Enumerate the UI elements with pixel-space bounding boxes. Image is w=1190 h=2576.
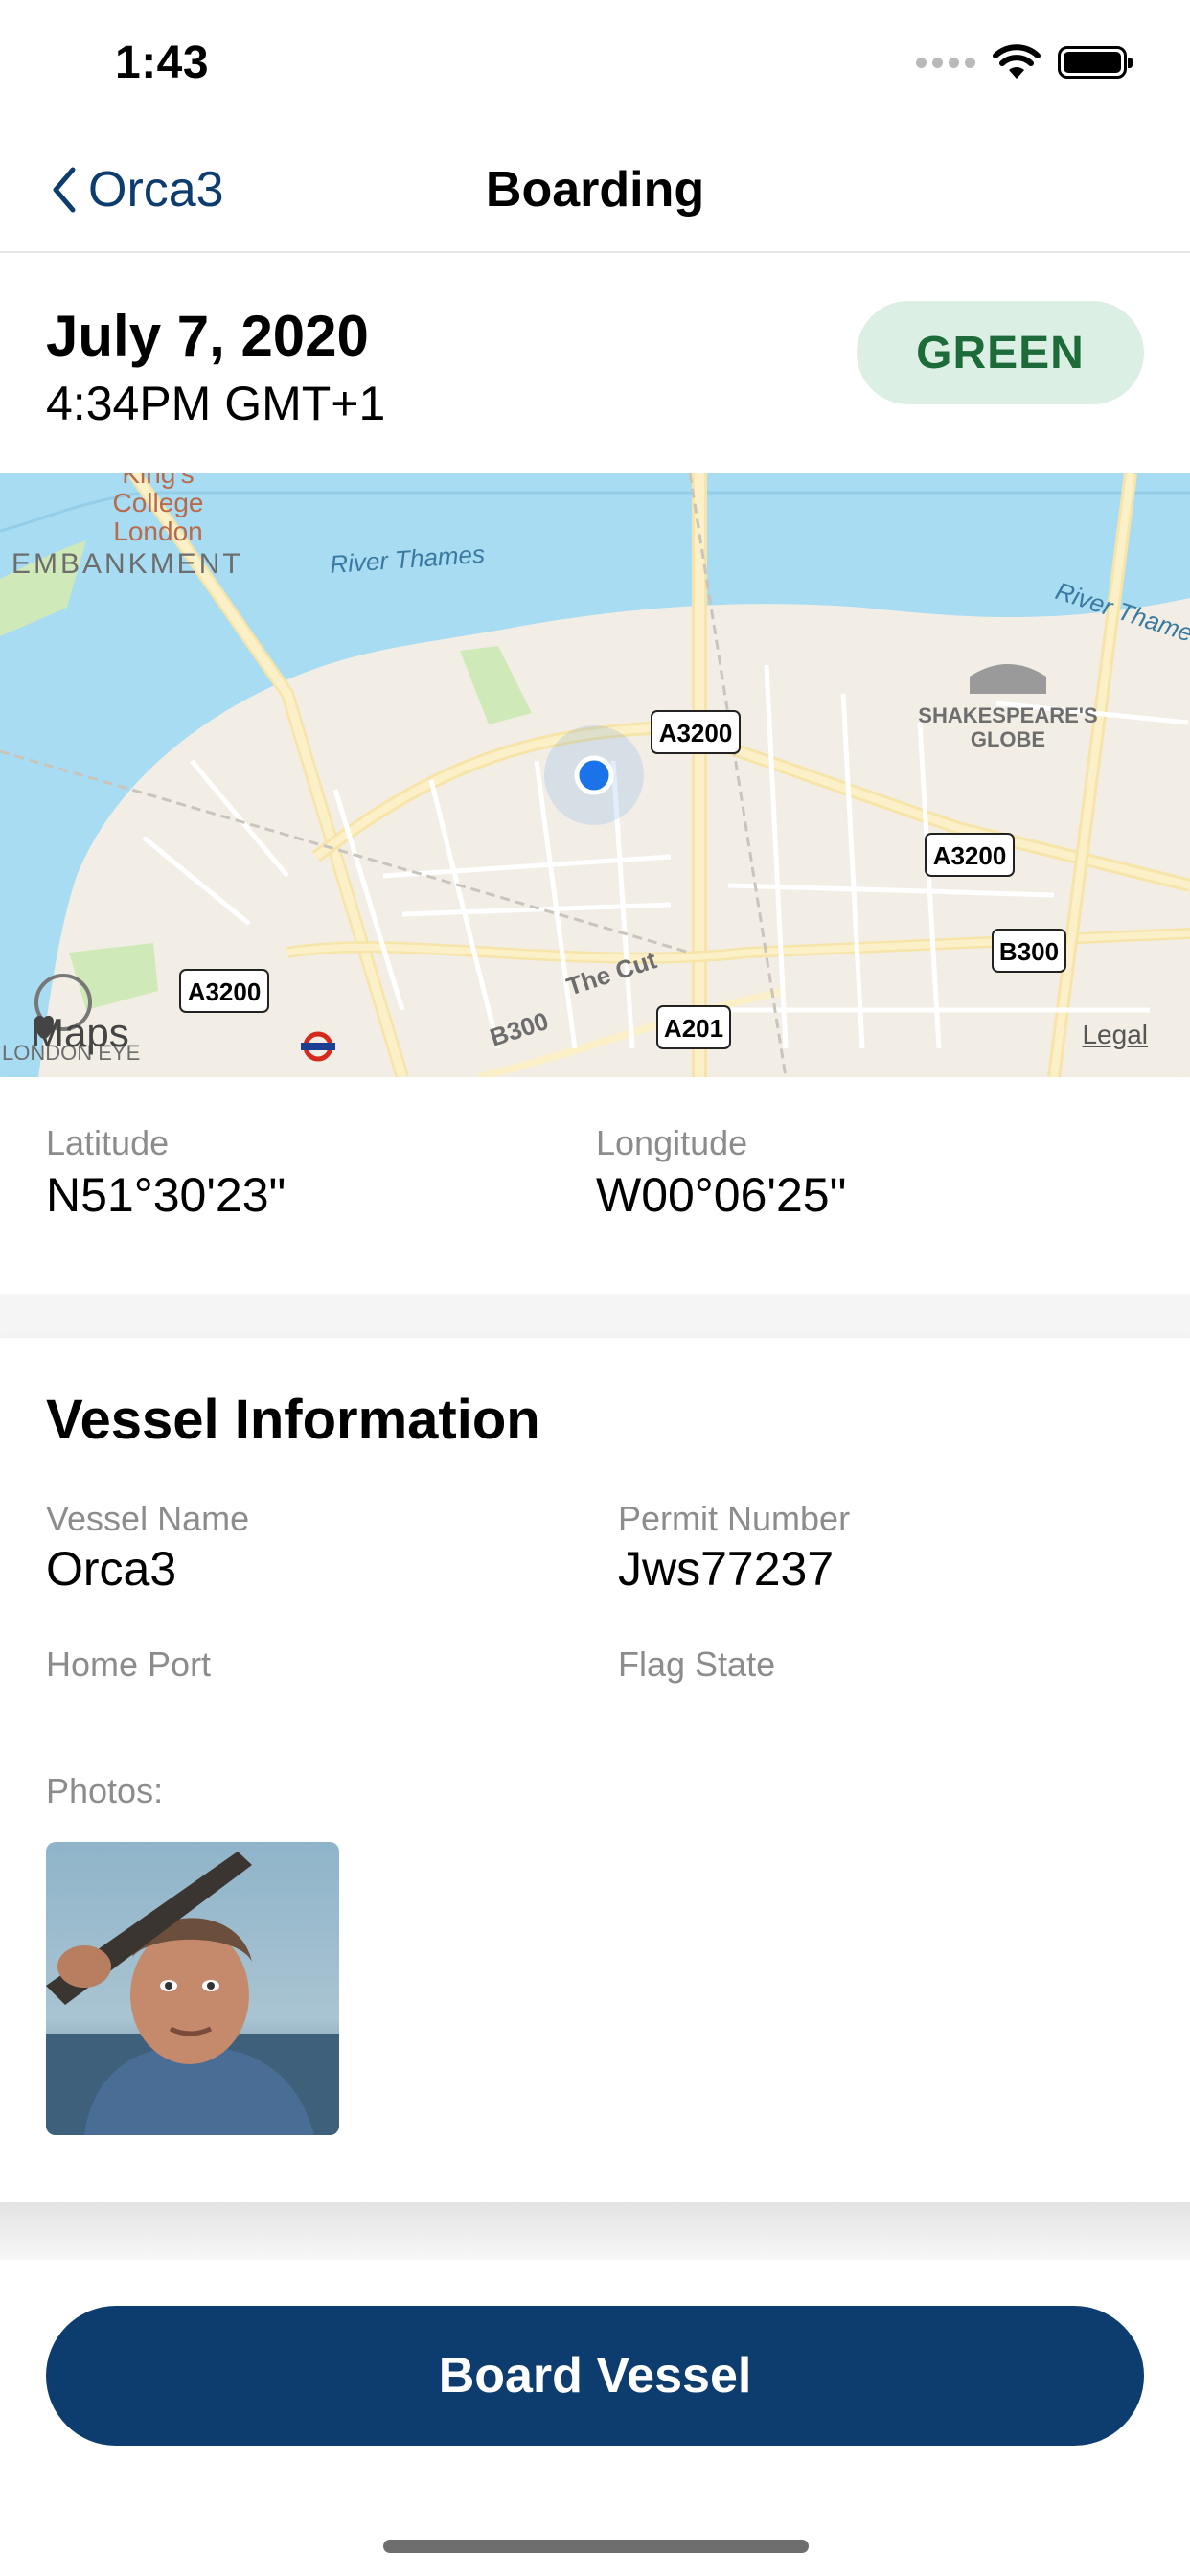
map-label-shakespeares-globe: GLOBE xyxy=(971,727,1045,751)
photo-image xyxy=(46,1842,339,2135)
map-legal-link[interactable]: Legal xyxy=(1082,1020,1148,1050)
map-label-shakespeares-globe: SHAKESPEARE'S xyxy=(918,703,1097,727)
longitude-label: Longitude xyxy=(596,1123,748,1162)
map-label-embankment: EMBANKMENT xyxy=(11,548,243,580)
permit-number-label: Permit Number xyxy=(618,1499,851,1538)
map-label-kings-college: College xyxy=(113,488,204,518)
road-shield-label: B300 xyxy=(999,937,1059,966)
wifi-icon xyxy=(993,44,1041,79)
latitude-label: Latitude xyxy=(46,1123,170,1162)
home-indicator[interactable] xyxy=(383,2540,809,2553)
vessel-photo-thumbnail[interactable] xyxy=(46,1842,339,2135)
boarding-time: 4:34PM GMT+1 xyxy=(46,377,386,430)
section-title: Vessel Information xyxy=(46,1389,540,1451)
status-badge: GREEN xyxy=(857,301,1144,404)
maps-logo: Maps xyxy=(31,1010,129,1056)
coordinates-card: Latitude N51°30'23" Longitude W00°06'25" xyxy=(0,1077,1190,1294)
photos-label: Photos: xyxy=(46,1771,164,1810)
status-bar: 1:43 xyxy=(0,0,1190,126)
battery-icon xyxy=(1058,46,1133,79)
navigation-bar: Orca3 Boarding xyxy=(0,126,1190,253)
boarding-header: July 7, 2020 4:34PM GMT+1 GREEN xyxy=(0,255,1190,473)
board-vessel-button[interactable]: Board Vessel xyxy=(46,2306,1144,2446)
map-label-kings-college: King's xyxy=(122,473,194,489)
status-icons xyxy=(916,44,1133,80)
apple-logo-icon xyxy=(34,1015,54,1039)
page-title: Boarding xyxy=(485,162,705,218)
action-area: Board Vessel xyxy=(0,2260,1190,2576)
status-time: 1:43 xyxy=(115,37,210,88)
landmark-icon xyxy=(970,664,1046,694)
home-port-label: Home Port xyxy=(46,1644,212,1684)
map-label-kings-college: London xyxy=(113,517,202,546)
map-label-b300: B300 xyxy=(487,1006,552,1052)
road-shield-label: A201 xyxy=(664,1014,723,1043)
road-shield-label: A3200 xyxy=(188,978,262,1006)
location-map[interactable]: A3200 A3200 A3200 B300 A201 King's Colle… xyxy=(0,473,1190,1077)
vessel-name-label: Vessel Name xyxy=(46,1499,250,1538)
map-canvas: A3200 A3200 A3200 B300 A201 King's Colle… xyxy=(0,473,1190,1077)
vessel-information-card: Vessel Information Vessel Name Orca3 Per… xyxy=(0,1338,1190,2202)
longitude-value: W00°06'25" xyxy=(596,1168,847,1222)
bottom-divider xyxy=(0,2202,1190,2260)
road-shield-label: A3200 xyxy=(659,719,733,748)
permit-number-value: Jws77237 xyxy=(618,1542,835,1596)
latitude-value: N51°30'23" xyxy=(46,1168,286,1222)
road-shield-label: A3200 xyxy=(933,841,1007,870)
flag-state-label: Flag State xyxy=(618,1644,776,1684)
vessel-name-value: Orca3 xyxy=(46,1542,177,1596)
section-divider xyxy=(0,1294,1190,1338)
cellular-signal-icon xyxy=(916,57,975,68)
boarding-date: July 7, 2020 xyxy=(46,304,369,368)
